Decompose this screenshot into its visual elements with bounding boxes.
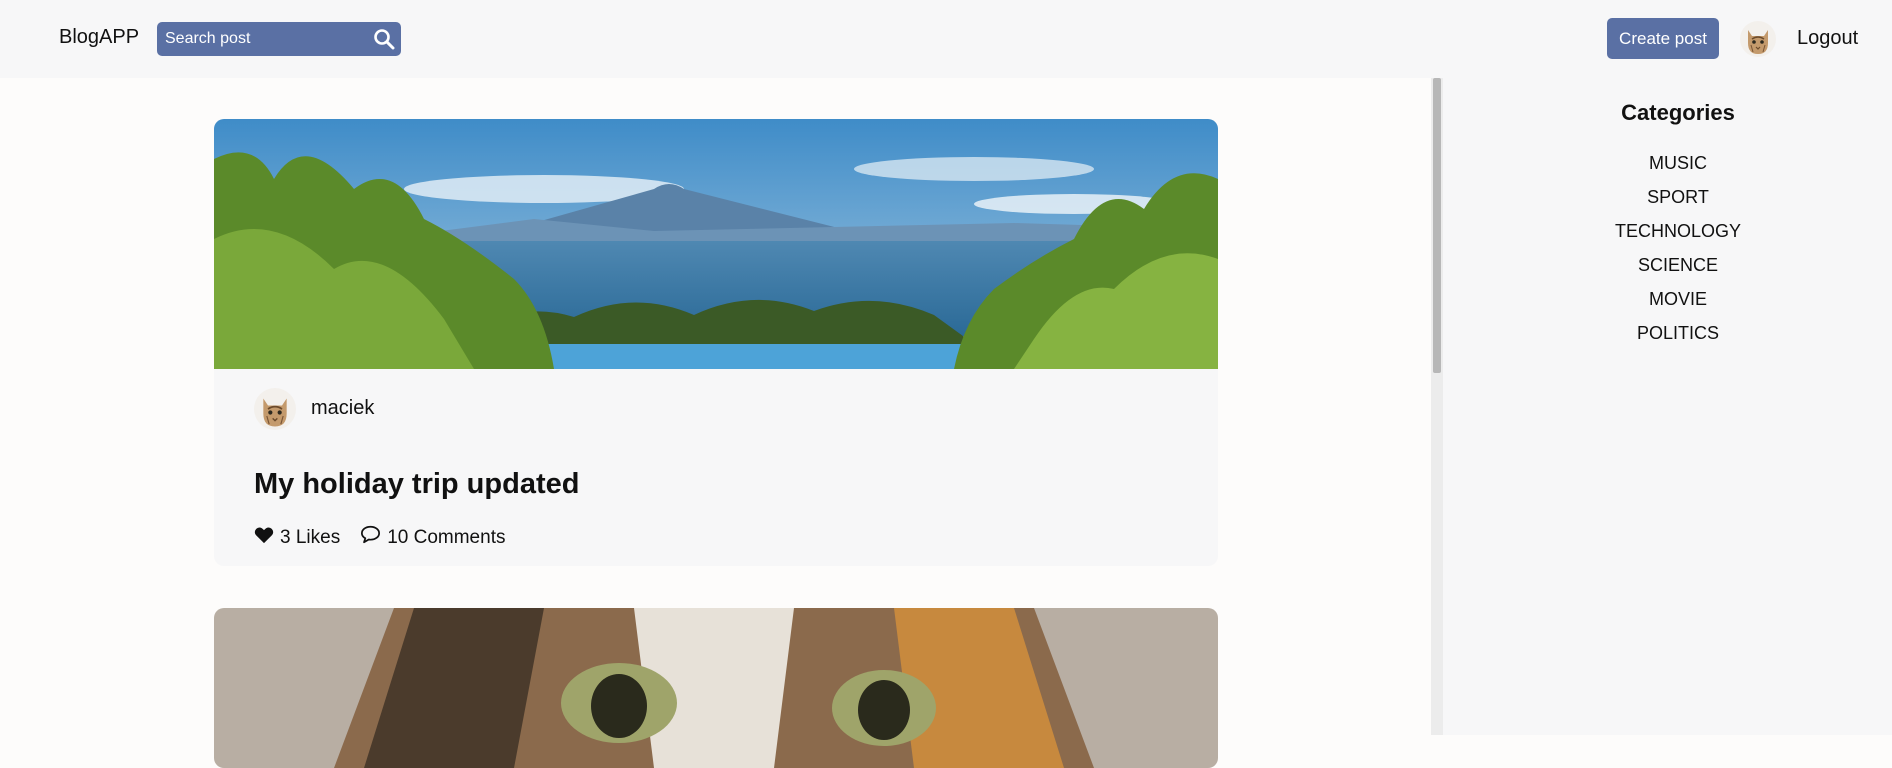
category-movie[interactable]: MOVIE: [1443, 282, 1892, 316]
scrollbar-thumb[interactable]: [1433, 78, 1441, 373]
categories-list: MUSIC SPORT TECHNOLOGY SCIENCE MOVIE POL…: [1443, 146, 1892, 350]
category-science[interactable]: SCIENCE: [1443, 248, 1892, 282]
category-politics[interactable]: POLITICS: [1443, 316, 1892, 350]
create-post-button[interactable]: Create post: [1607, 18, 1719, 59]
comments-count: 10 Comments: [387, 526, 506, 548]
post-image[interactable]: [214, 608, 1218, 768]
author-name[interactable]: maciek: [311, 397, 374, 420]
user-avatar[interactable]: [1740, 21, 1776, 57]
category-sport[interactable]: SPORT: [1443, 180, 1892, 214]
search-bar: [157, 22, 401, 56]
categories-title: Categories: [1621, 100, 1735, 125]
heart-icon: [254, 526, 280, 550]
post-card[interactable]: maciek My holiday trip updated 3 Likes 1…: [214, 119, 1218, 566]
brand-logo[interactable]: BlogAPP: [59, 26, 139, 49]
like-button[interactable]: 3 Likes: [254, 526, 340, 550]
comment-icon: [360, 525, 387, 550]
logout-link[interactable]: Logout: [1797, 27, 1858, 50]
search-input[interactable]: [157, 22, 367, 56]
category-technology[interactable]: TECHNOLOGY: [1443, 214, 1892, 248]
post-card[interactable]: [214, 608, 1218, 768]
likes-count: 3 Likes: [280, 526, 341, 548]
category-music[interactable]: MUSIC: [1443, 146, 1892, 180]
post-title[interactable]: My holiday trip updated: [254, 468, 579, 501]
author-avatar[interactable]: [254, 388, 296, 430]
post-image[interactable]: [214, 119, 1218, 369]
top-navbar: BlogAPP Create post Logout: [0, 0, 1892, 78]
search-icon[interactable]: [373, 28, 395, 50]
categories-sidebar: Categories MUSIC SPORT TECHNOLOGY SCIENC…: [1443, 78, 1892, 735]
comments-button[interactable]: 10 Comments: [360, 525, 505, 550]
post-meta: 3 Likes 10 Comments: [254, 525, 505, 550]
